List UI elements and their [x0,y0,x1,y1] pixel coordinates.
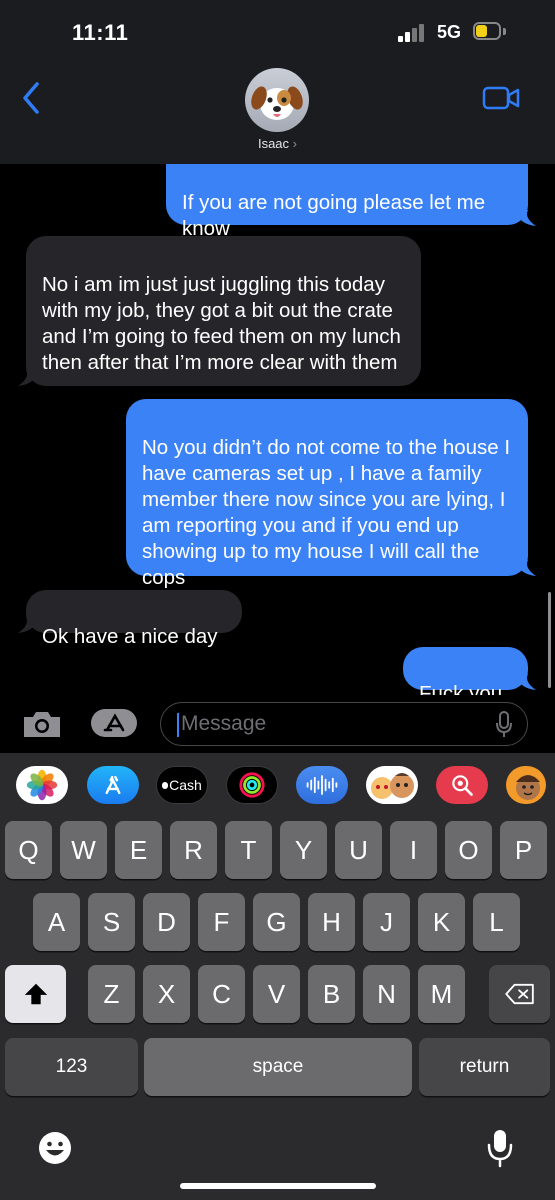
key-i[interactable]: I [390,821,437,879]
memoji-face-icon [516,775,540,800]
key-e[interactable]: E [115,821,162,879]
memoji-faces-icon [371,773,414,799]
shift-arrow-icon [24,983,47,1005]
key-f[interactable]: F [198,893,245,951]
apple-logo-icon [162,781,169,789]
key-y[interactable]: Y [280,821,327,879]
message-text: No i am im just just juggling this today… [42,273,401,374]
message-bubble-incoming[interactable]: Ok have a nice day [26,590,242,648]
key-u[interactable]: U [335,821,382,879]
bubble-tail [516,674,536,690]
key-d[interactable]: D [143,893,190,951]
home-indicator[interactable] [180,1183,376,1189]
app-store-a-icon [105,775,121,795]
bubble-tail [18,370,38,386]
status-time: 11:11 [72,20,129,45]
activity-icon[interactable] [226,766,278,804]
key-s[interactable]: S [88,893,135,951]
key-m[interactable]: M [418,965,465,1023]
emoji-icon[interactable] [37,1130,73,1166]
backspace-icon [504,983,534,1005]
photos-icon[interactable] [16,766,68,804]
message-text: If you are not going please let me know [182,191,486,240]
dictation-mic-icon[interactable] [486,1128,514,1168]
key-r[interactable]: R [170,821,217,879]
app-store-drawer-icon[interactable] [90,708,140,738]
bubble-tail [516,560,536,576]
waveform-icon [306,775,338,795]
key-p[interactable]: P [500,821,547,879]
shift-key[interactable] [5,965,66,1023]
message-bubble-outgoing[interactable]: No you didn’t do not come to the house I… [126,399,528,589]
key-g[interactable]: G [253,893,300,951]
key-k[interactable]: K [418,893,465,951]
apple-cash-label: Cash [169,777,202,793]
battery-icon [473,22,507,42]
key-z[interactable]: Z [88,965,135,1023]
numbers-key[interactable]: 123 [5,1038,138,1096]
key-c[interactable]: C [198,965,245,1023]
dictation-mic-icon[interactable] [495,711,513,739]
delete-key[interactable] [489,965,550,1023]
key-w[interactable]: W [60,821,107,879]
message-input[interactable]: Message [160,702,528,746]
scroll-indicator[interactable] [548,592,551,688]
memoji-icon[interactable] [506,766,546,804]
dog-emoji-icon [251,86,303,120]
back-chevron-icon[interactable] [18,80,46,116]
image-search-icon[interactable] [436,766,488,804]
key-a[interactable]: A [33,893,80,951]
key-q[interactable]: Q [5,821,52,879]
message-bubble-incoming[interactable]: No i am im just just juggling this today… [26,236,421,386]
space-key[interactable]: space [144,1038,412,1096]
contact-name: Isaac [257,136,290,151]
contact-avatar[interactable] [245,68,309,132]
key-v[interactable]: V [253,965,300,1023]
photos-flower-icon [26,769,58,801]
message-text: No you didn’t do not come to the house I… [142,436,511,589]
key-j[interactable]: J [363,893,410,951]
message-text: Ok have a nice day [42,625,218,648]
activity-rings-icon [239,772,265,798]
key-h[interactable]: H [308,893,355,951]
key-t[interactable]: T [225,821,272,879]
message-bubble-outgoing[interactable]: If you are not going please let me know [166,164,528,240]
audio-message-icon[interactable] [296,766,348,804]
memoji-stickers-icon[interactable] [366,766,418,804]
key-x[interactable]: X [143,965,190,1023]
text-cursor [177,713,179,737]
contact-name-label[interactable]: Isaac › [0,136,555,151]
apple-cash-icon[interactable]: Cash [156,766,208,804]
message-bubble-outgoing[interactable]: Fuck you [403,647,528,705]
magnifier-globe-icon [452,775,473,796]
camera-icon[interactable] [20,708,64,740]
app-store-icon[interactable] [87,766,139,804]
key-b[interactable]: B [308,965,355,1023]
message-placeholder: Message [181,712,267,735]
key-o[interactable]: O [445,821,492,879]
video-call-icon[interactable] [482,85,520,111]
chevron-right-icon: › [292,136,298,151]
key-l[interactable]: L [473,893,520,951]
bubble-tail [18,617,38,633]
cellular-signal-icon [398,24,428,42]
key-n[interactable]: N [363,965,410,1023]
bubble-tail [516,210,536,226]
network-type: 5G [437,22,462,42]
return-key[interactable]: return [419,1038,550,1096]
